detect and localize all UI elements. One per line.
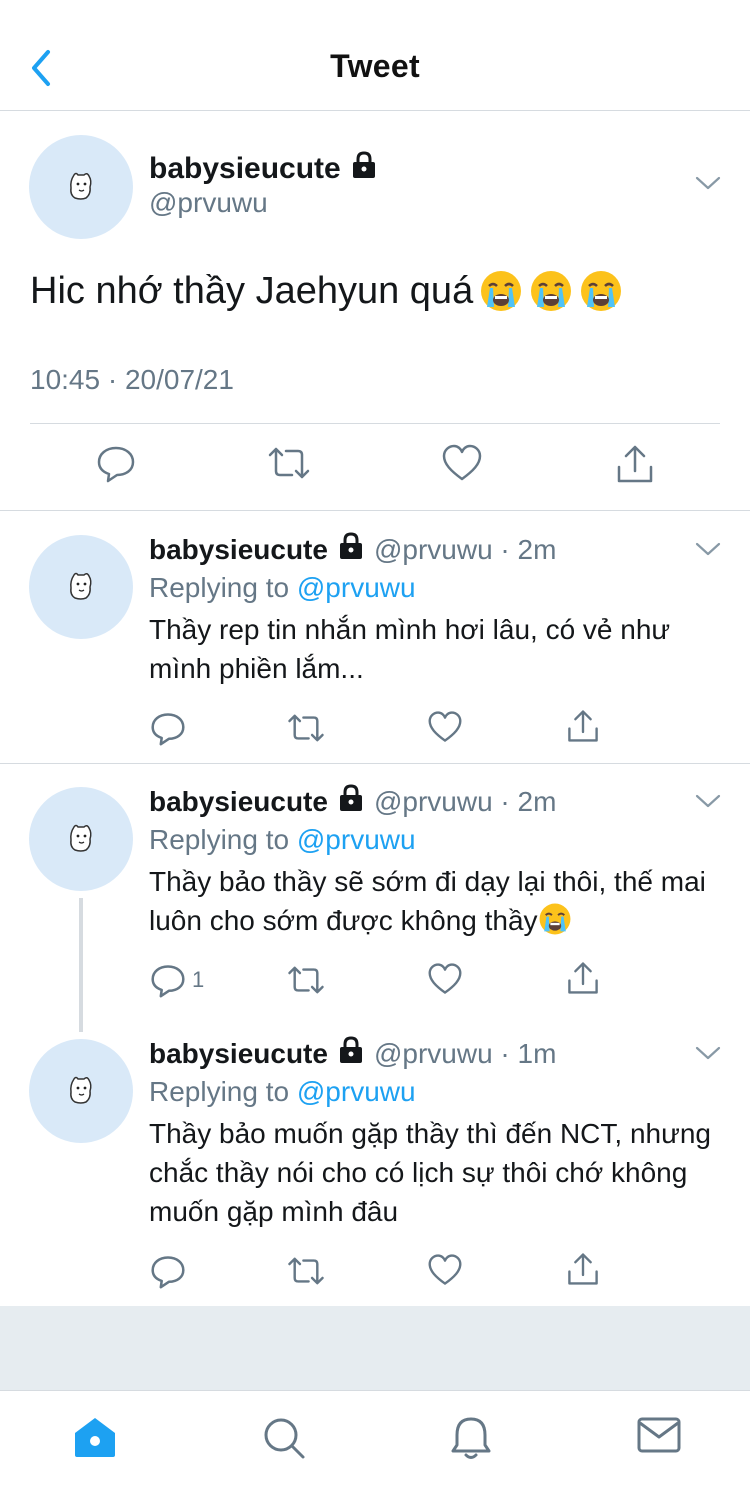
replying-prefix: Replying to: [149, 1076, 297, 1107]
bottom-tab-bar: [0, 1390, 750, 1489]
mention-link[interactable]: @prvuwu: [297, 1076, 416, 1107]
mention-link[interactable]: @prvuwu: [297, 824, 416, 855]
retweet-icon: [288, 966, 324, 994]
author-name-row[interactable]: babysieucute @prvuwu · 2m: [149, 532, 556, 567]
avatar[interactable]: [29, 1039, 133, 1143]
avatar[interactable]: [29, 135, 133, 239]
retweet-icon: [268, 447, 310, 479]
replying-prefix: Replying to: [149, 824, 297, 855]
chevron-down-icon[interactable]: [695, 541, 721, 562]
like-button[interactable]: [441, 443, 483, 483]
replying-to: Replying to @prvuwu: [149, 1076, 416, 1108]
retweet-icon: [288, 1257, 324, 1285]
reply-button[interactable]: [150, 710, 192, 746]
author-name-row[interactable]: babysieucute: [149, 151, 377, 187]
comment-icon: [151, 965, 185, 998]
share-button[interactable]: [615, 443, 655, 485]
reply-tweet[interactable]: babysieucute @prvuwu · 2m Replying to @p…: [0, 764, 750, 1032]
display-name[interactable]: babysieucute: [149, 786, 328, 818]
replying-to: Replying to @prvuwu: [149, 824, 416, 856]
tweet-text: Hic nhớ thầy Jaehyun quá: [30, 269, 623, 313]
tab-search[interactable]: [261, 1415, 307, 1466]
display-name[interactable]: babysieucute: [149, 152, 341, 186]
share-icon: [568, 1253, 598, 1285]
messages-icon: [637, 1417, 681, 1453]
heart-icon: [428, 963, 462, 994]
loudly-crying-face-emoji: [579, 269, 623, 313]
notifications-icon: [451, 1417, 491, 1459]
tab-notifications[interactable]: [449, 1415, 493, 1466]
avatar[interactable]: [29, 787, 133, 891]
share-icon: [617, 445, 653, 483]
chevron-down-icon[interactable]: [695, 793, 721, 814]
empty-area: [0, 1306, 750, 1390]
author-name-row[interactable]: babysieucute @prvuwu · 1m: [149, 1036, 556, 1071]
reply-body: Thầy bảo muốn gặp thầy thì đến NCT, nhưn…: [149, 1118, 711, 1227]
divider: [30, 423, 720, 424]
reply-tweet[interactable]: babysieucute @prvuwu · 2m Replying to @p…: [0, 512, 750, 764]
tweet-body: Hic nhớ thầy Jaehyun quá: [30, 269, 474, 312]
handle[interactable]: @prvuwu: [149, 187, 268, 219]
like-button[interactable]: [427, 1253, 463, 1287]
share-button[interactable]: [566, 708, 600, 744]
handle-and-time: @prvuwu · 2m: [373, 533, 557, 565]
replying-to: Replying to @prvuwu: [149, 572, 416, 604]
handle-and-time: @prvuwu · 2m: [373, 785, 557, 817]
mention-link[interactable]: @prvuwu: [297, 572, 416, 603]
like-button[interactable]: [427, 710, 463, 744]
reply-button[interactable]: [96, 443, 136, 483]
share-button[interactable]: [566, 1251, 600, 1287]
chevron-down-icon[interactable]: [695, 175, 721, 196]
avatar[interactable]: [29, 535, 133, 639]
retweet-button[interactable]: [286, 1253, 326, 1289]
search-icon: [264, 1418, 305, 1459]
lock-icon: [351, 151, 377, 187]
top-bar: Tweet: [0, 0, 750, 111]
comment-icon: [151, 713, 185, 746]
retweet-button[interactable]: [286, 710, 326, 746]
reply-button[interactable]: 1: [150, 962, 204, 998]
share-button[interactable]: [566, 960, 600, 996]
comment-icon: [151, 1256, 185, 1289]
reply-tweet[interactable]: babysieucute @prvuwu · 1m Replying to @p…: [0, 1016, 750, 1306]
heart-icon: [442, 444, 482, 481]
main-tweet: babysieucute @prvuwu Hic nhớ thầy Jaehyu…: [0, 111, 750, 511]
page-title: Tweet: [330, 48, 420, 84]
lock-icon: [338, 1036, 364, 1071]
reply-body: Thầy bảo thầy sẽ sớm đi dạy lại thôi, th…: [149, 862, 729, 940]
like-button[interactable]: [427, 962, 463, 996]
tab-messages[interactable]: [636, 1415, 682, 1460]
retweet-icon: [288, 714, 324, 742]
thread-connector-line: [79, 898, 83, 1032]
reply-body-text: Thầy bảo thầy sẽ sớm đi dạy lại thôi, th…: [149, 866, 706, 936]
handle-and-time: @prvuwu · 1m: [373, 1037, 557, 1069]
loudly-crying-face-emoji: [529, 269, 573, 313]
reply-body: Thầy rep tin nhắn mình hơi lâu, có vẻ nh…: [149, 614, 671, 684]
display-name[interactable]: babysieucute: [149, 534, 328, 566]
author-name-row[interactable]: babysieucute @prvuwu · 2m: [149, 784, 556, 819]
loudly-crying-face-emoji: [538, 902, 572, 936]
display-name[interactable]: babysieucute: [149, 1038, 328, 1070]
tweet-timestamp[interactable]: 10:45 · 20/07/21: [30, 364, 234, 396]
heart-icon: [428, 711, 462, 742]
comment-icon: [97, 446, 135, 483]
tab-home[interactable]: [72, 1415, 118, 1464]
tweet-actions: [0, 443, 750, 489]
lock-icon: [338, 532, 364, 567]
reply-count: 1: [192, 967, 205, 992]
heart-icon: [428, 1254, 462, 1285]
home-icon: [75, 1418, 115, 1457]
chevron-down-icon[interactable]: [695, 1045, 721, 1066]
loudly-crying-face-emoji: [479, 269, 523, 313]
retweet-button[interactable]: [266, 443, 312, 483]
share-icon: [568, 710, 598, 742]
share-icon: [568, 962, 598, 994]
retweet-button[interactable]: [286, 962, 326, 998]
replying-prefix: Replying to: [149, 572, 297, 603]
reply-button[interactable]: [150, 1253, 192, 1289]
lock-icon: [338, 784, 364, 819]
